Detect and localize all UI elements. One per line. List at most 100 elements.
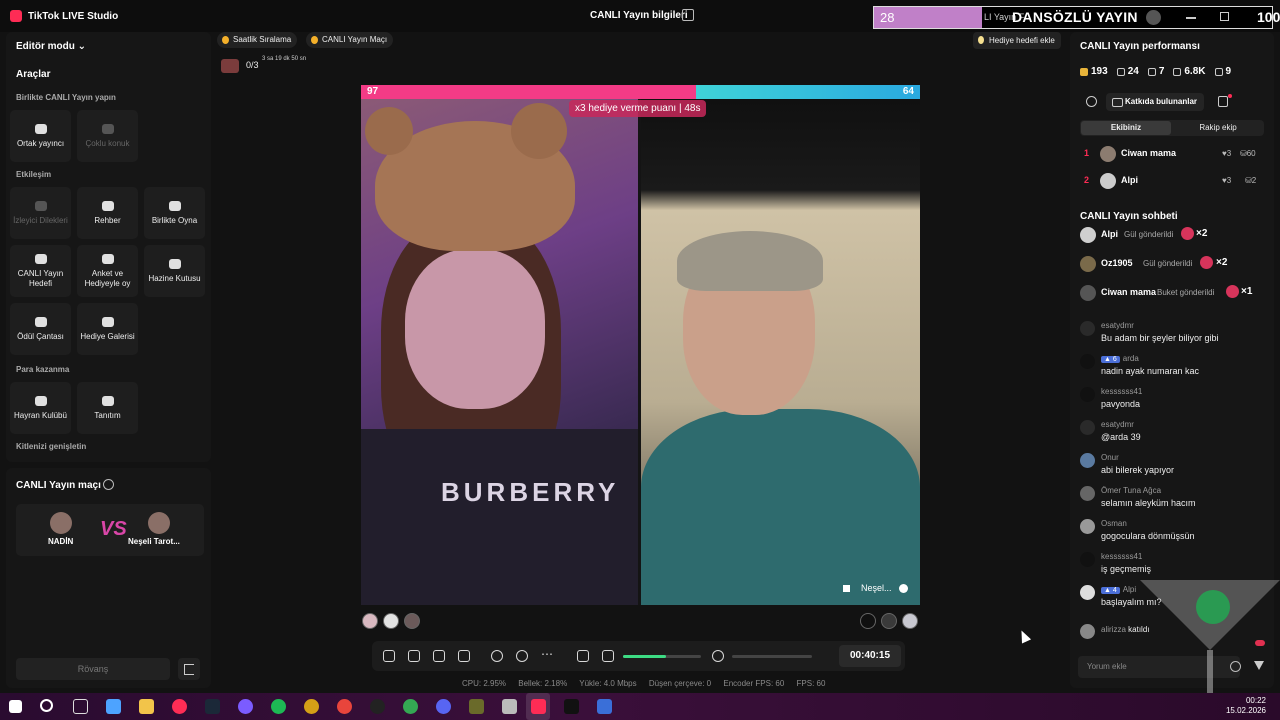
host-score: 97	[367, 86, 379, 97]
rank-number: 2	[1084, 175, 1090, 185]
section-together: Birlikte CANLI Yayın yapın	[16, 93, 116, 102]
tiktok-icon[interactable]	[564, 699, 579, 714]
share-icon[interactable]	[682, 9, 694, 21]
chat-message[interactable]: kessssss41 iş geçmemiş	[1080, 550, 1270, 582]
copilot-icon[interactable]	[106, 699, 121, 714]
avatar	[1080, 585, 1095, 600]
viewers-metric: 24	[1116, 66, 1139, 77]
tool-promotion[interactable]: Tanıtım	[77, 382, 138, 434]
target-icon	[34, 253, 47, 264]
chat-message[interactable]: esatydmr @arda 39	[1080, 418, 1270, 450]
avatar[interactable]	[404, 613, 420, 629]
gift-box-icon	[221, 59, 239, 73]
chat-user: Osman	[1101, 519, 1127, 528]
chat-text: iş geçmemiş	[1101, 564, 1152, 574]
plus-icon[interactable]	[899, 584, 908, 593]
bag-icon	[34, 316, 47, 327]
chat-user: Alpi	[1122, 585, 1137, 594]
contributors-button[interactable]: Katkıda bulunanlar	[1106, 93, 1205, 111]
record-icon[interactable]	[491, 650, 503, 662]
live-match-chip[interactable]: CANLI Yayın Maçı	[306, 32, 394, 48]
app-icon[interactable]	[304, 699, 319, 714]
avatar	[1080, 227, 1096, 243]
exit-match-button[interactable]	[178, 658, 200, 680]
live-info-title[interactable]: CANLI Yayın bilgileri	[590, 10, 688, 21]
olive-decoration	[1196, 590, 1230, 624]
discord-icon[interactable]	[436, 699, 451, 714]
clock-date: 15.02.2026	[1225, 706, 1266, 715]
task-view-icon[interactable]	[73, 699, 88, 714]
chat-message[interactable]: Onur abi bilerek yapıyor	[1080, 451, 1270, 483]
volume-slider[interactable]	[623, 655, 701, 658]
tab-your-team[interactable]: Ekibiniz	[1081, 121, 1171, 135]
spotify-icon[interactable]	[271, 699, 286, 714]
tab-opponent-team[interactable]: Rakip ekip	[1173, 121, 1263, 135]
layout-icon[interactable]	[408, 650, 420, 662]
section-monetize: Para kazanma	[16, 365, 70, 374]
speaker-icon[interactable]	[843, 585, 850, 592]
windows-start-icon[interactable]	[9, 700, 22, 713]
avatar[interactable]	[881, 613, 897, 629]
tool-guide[interactable]: Rehber	[77, 187, 138, 239]
steam-icon[interactable]	[205, 699, 220, 714]
system-clock[interactable]: 00:22 15.02.2026	[1226, 696, 1266, 716]
camera-icon[interactable]	[516, 650, 528, 662]
avatar[interactable]	[362, 613, 378, 629]
stream-preview[interactable]: BURBERRY 97 64 x3 hediye verme puanı | 4…	[361, 85, 920, 605]
file-explorer-icon[interactable]	[139, 699, 154, 714]
add-source-icon[interactable]	[458, 650, 470, 662]
tool-live-goal[interactable]: CANLI Yayın Hedefi	[10, 245, 71, 297]
microphone-icon[interactable]	[712, 650, 724, 662]
tiktok-live-studio-icon[interactable]	[531, 699, 546, 714]
tool-treasure-box[interactable]: Hazine Kutusu	[144, 245, 205, 297]
notification-dot	[1255, 640, 1265, 646]
avatar[interactable]	[902, 613, 918, 629]
tool-play-together[interactable]: Birlikte Oyna	[144, 187, 205, 239]
settings-sliders-icon[interactable]	[577, 650, 589, 662]
tool-gift-gallery[interactable]: Hediye Galerisi	[77, 303, 138, 355]
maximize-icon[interactable]	[1220, 12, 1229, 21]
more-icon[interactable]: ⋯	[541, 647, 553, 661]
app-icon[interactable]	[370, 699, 385, 714]
rank-row[interactable]: 1 Ciwan mama ♥3 ⛁60	[1080, 144, 1264, 164]
rematch-button[interactable]: Rövanş	[16, 658, 170, 680]
app-icon[interactable]	[597, 699, 612, 714]
effects-icon[interactable]	[433, 650, 445, 662]
rank-name: Ciwan mama	[1121, 148, 1177, 158]
help-icon[interactable]	[103, 479, 114, 490]
opera-icon[interactable]	[172, 699, 187, 714]
chat-message[interactable]: Osman gogoculara dönmüşsün	[1080, 517, 1270, 549]
hourly-rank-chip[interactable]: Saatlik Sıralama	[217, 32, 298, 48]
volume-icon[interactable]	[602, 650, 614, 662]
chat-message[interactable]: esatydmr Bu adam bir şeyler biliyor gibi	[1080, 319, 1270, 351]
performance-title: CANLI Yayın performansı	[1080, 41, 1200, 52]
magic-wand-icon[interactable]	[383, 650, 395, 662]
app-icon[interactable]	[469, 699, 484, 714]
avatar[interactable]	[860, 613, 876, 629]
chat-message[interactable]: kessssss41 pavyonda	[1080, 385, 1270, 417]
poll-icon	[101, 253, 114, 264]
avatar[interactable]	[383, 613, 399, 629]
chat-message[interactable]: Ömer Tuna Ağca selamın aleyküm hacım	[1080, 484, 1270, 516]
tools-panel: Editör modu ⌄ Araçlar Birlikte CANLI Yay…	[6, 32, 211, 462]
chat-message[interactable]: ▲ 6 arda nadin ayak numaran kac	[1080, 352, 1270, 384]
mic-slider[interactable]	[732, 655, 812, 658]
tool-fan-club[interactable]: Hayran Kulübü	[10, 382, 71, 434]
report-icon[interactable]	[1218, 96, 1228, 107]
user-settings-icon[interactable]	[1086, 96, 1097, 107]
chrome-icon[interactable]	[403, 699, 418, 714]
search-icon[interactable]	[40, 699, 53, 712]
match-card[interactable]: NADİN VS Neşeli Tarot...	[16, 504, 204, 556]
gift-action: Gül gönderildi	[1143, 259, 1193, 268]
chrome-icon[interactable]	[337, 699, 352, 714]
host-video: BURBERRY	[361, 99, 638, 605]
rank-row[interactable]: 2 Alpi ♥3 ⛁2	[1080, 171, 1264, 191]
tool-reward-bag[interactable]: Ödül Çantası	[10, 303, 71, 355]
tool-cohost[interactable]: Ortak yayıncı	[10, 110, 71, 162]
tool-poll[interactable]: Anket ve Hediyeyle oy	[77, 245, 138, 297]
app-icon[interactable]	[502, 699, 517, 714]
add-gift-goal-button[interactable]: Hediye hedefi ekle	[973, 32, 1061, 49]
editor-mode-dropdown[interactable]: Editör modu ⌄	[16, 41, 86, 52]
app-icon[interactable]	[238, 699, 253, 714]
minimize-icon[interactable]	[1186, 17, 1196, 19]
